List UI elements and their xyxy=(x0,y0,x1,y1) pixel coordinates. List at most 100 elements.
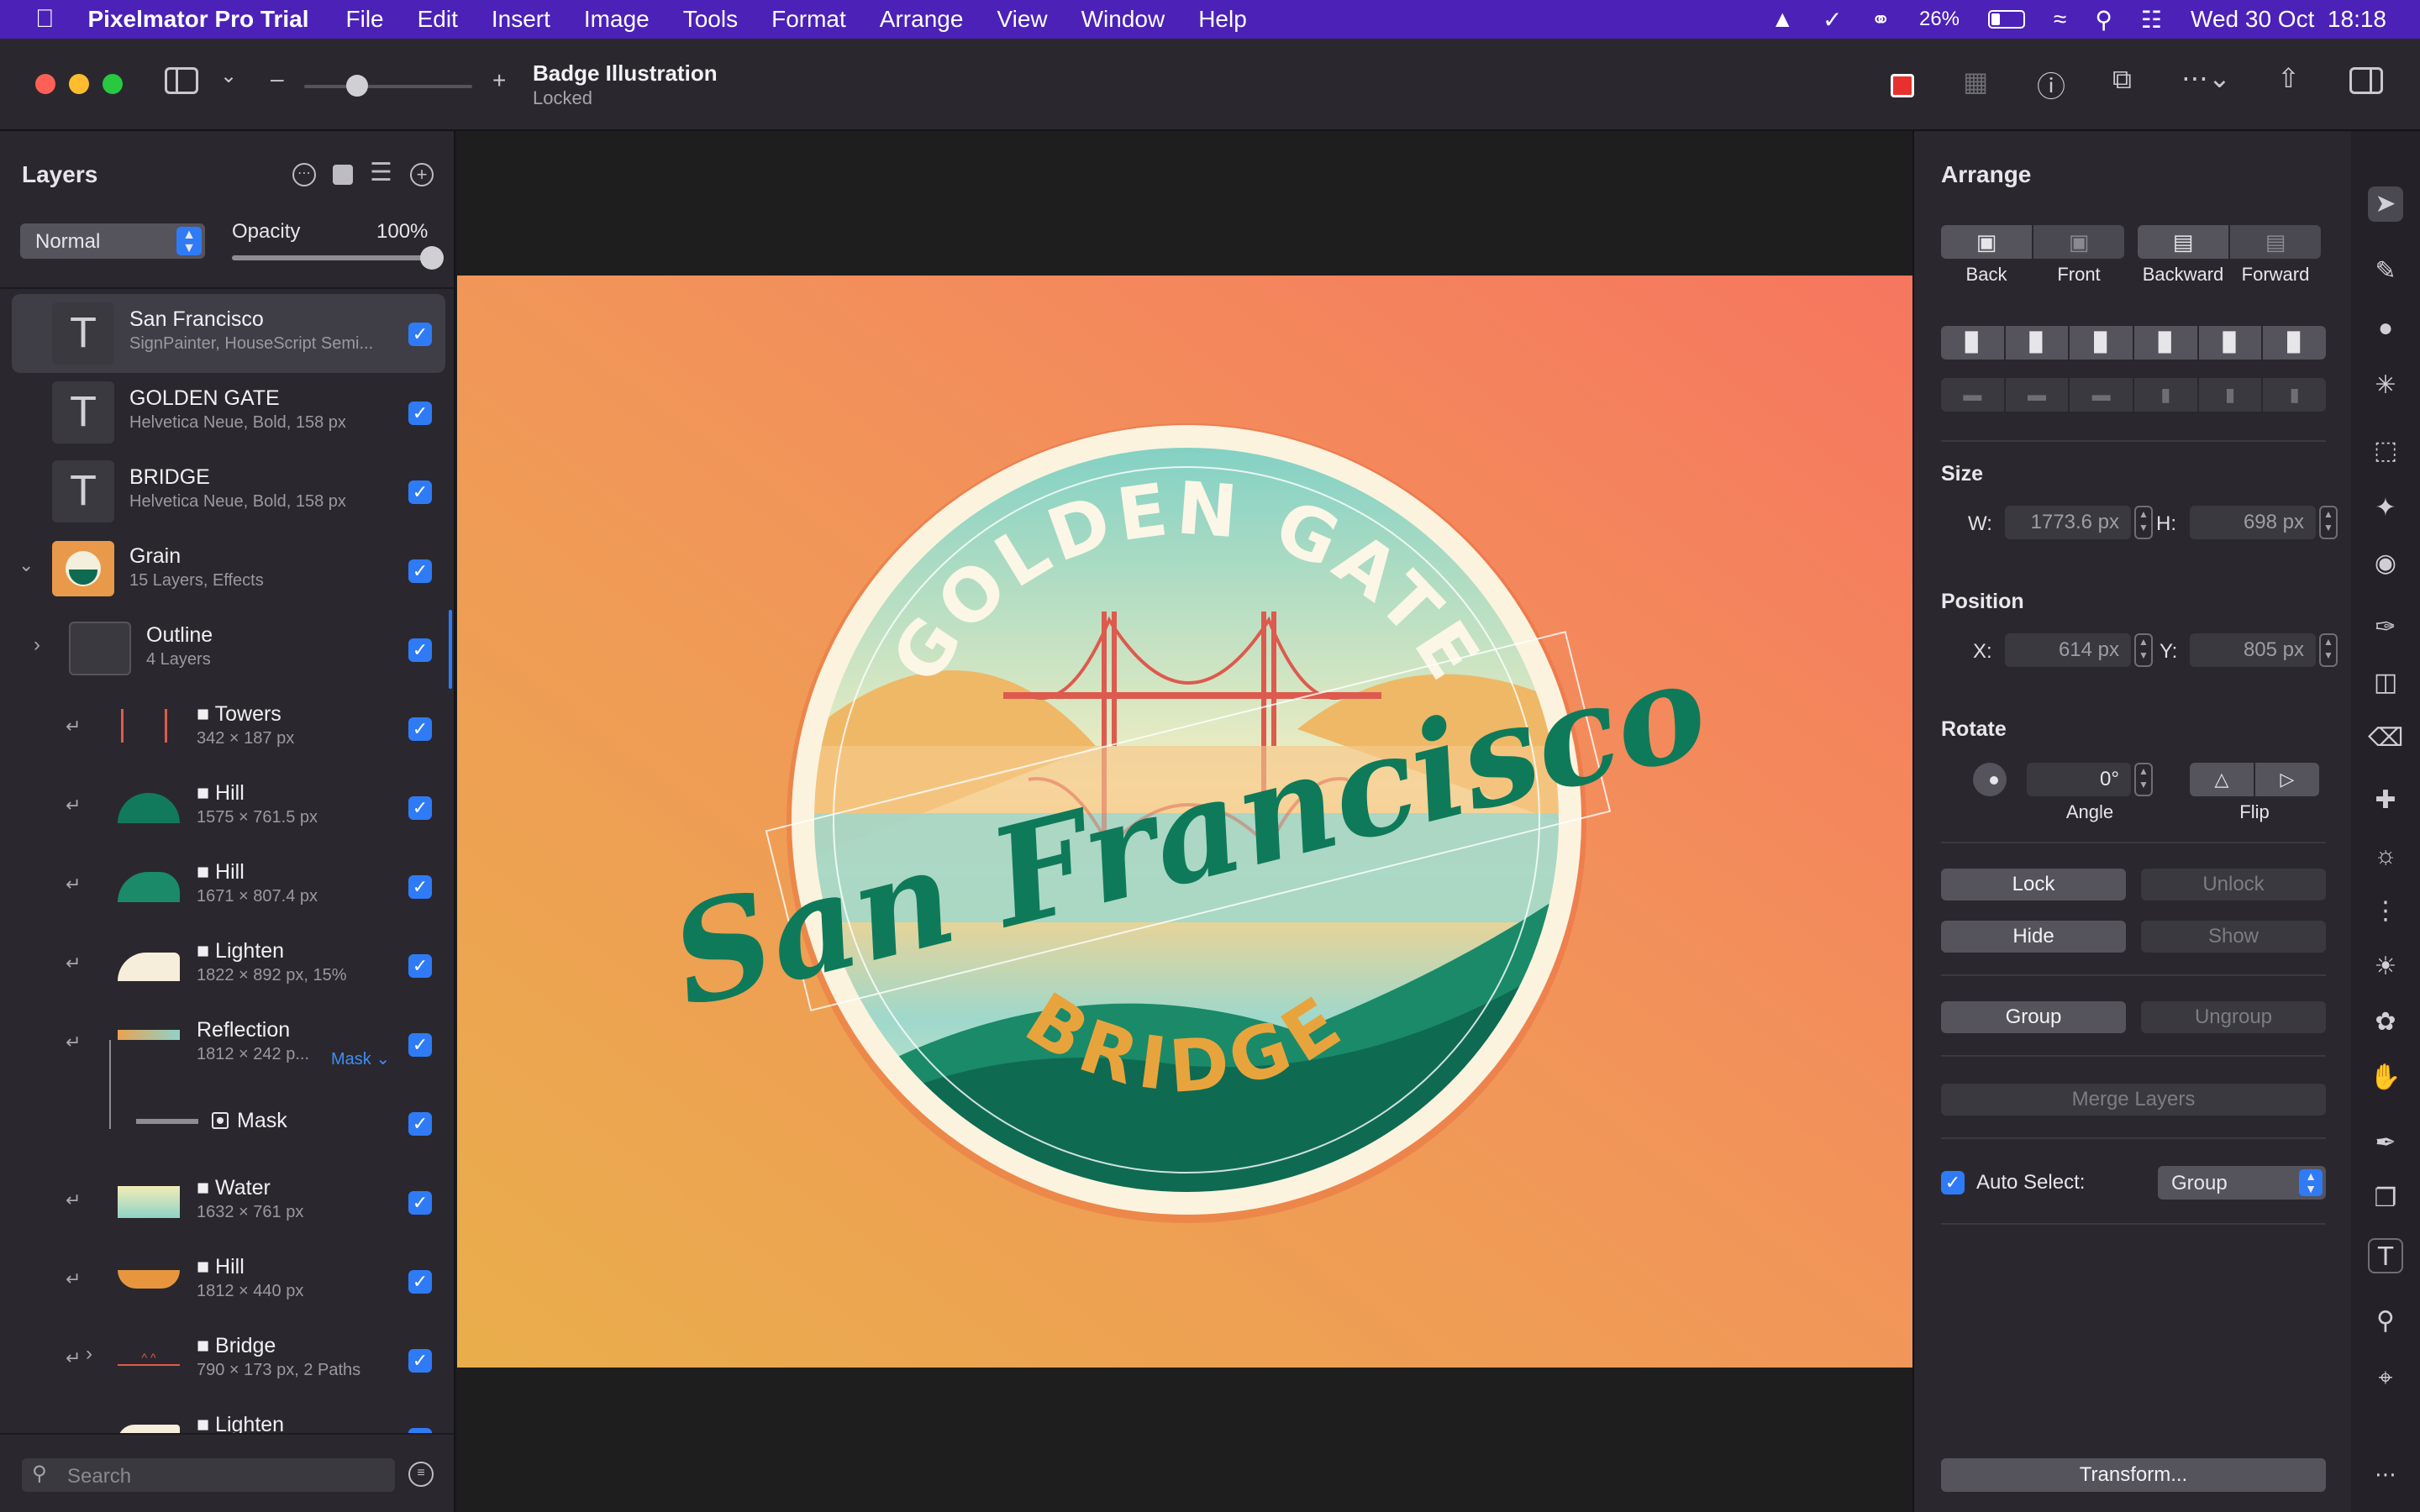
layer-row-hill[interactable]: ↵ ■ Hill 1575 × 761.5 px ✓ xyxy=(12,768,445,847)
headphones-icon[interactable]: ⚭ xyxy=(1871,6,1891,34)
pen-tool-icon[interactable]: ✒ xyxy=(2368,1126,2403,1161)
distribute-middle-icon[interactable]: ▬ xyxy=(2005,378,2069,412)
send-backward-button[interactable]: ▤ xyxy=(2138,225,2228,259)
clone-tool-icon[interactable]: ☼ xyxy=(2368,838,2403,874)
visibility-checkbox[interactable]: ✓ xyxy=(408,1191,432,1215)
hide-button[interactable]: Hide xyxy=(1941,921,2126,953)
bring-forward-button[interactable]: ▤ xyxy=(2230,225,2321,259)
y-stepper[interactable]: ▲ ▼ xyxy=(2319,633,2338,667)
send-to-back-button[interactable]: ▣ xyxy=(1941,225,2032,259)
rotate-icon[interactable]: ⧉ xyxy=(2112,64,2132,96)
menu-edit[interactable]: Edit xyxy=(418,6,458,33)
align-middle-icon[interactable]: ▉ xyxy=(2005,326,2069,360)
ungroup-button[interactable]: Ungroup xyxy=(2141,1001,2326,1033)
sponge-tool-icon[interactable]: ✿ xyxy=(2368,1005,2403,1040)
layer-row-hill[interactable]: ↵ ■ Hill 1671 × 807.4 px ✓ xyxy=(12,847,445,926)
unlock-button[interactable]: Unlock xyxy=(2141,869,2326,900)
share-icon[interactable]: ⇧ xyxy=(2277,62,2300,94)
menu-view[interactable]: View xyxy=(997,6,1047,33)
effects-tool-icon[interactable]: ✳ xyxy=(2368,368,2403,403)
paint-brush-tool-icon[interactable]: ✑ xyxy=(2368,610,2403,645)
paint-bucket-tool-icon[interactable]: ◫ xyxy=(2368,665,2403,701)
zoom-slider-knob[interactable] xyxy=(346,75,368,97)
visibility-checkbox[interactable]: ✓ xyxy=(408,480,432,504)
merge-layers-button[interactable]: Merge Layers xyxy=(1941,1084,2326,1116)
auto-select-checkbox[interactable]: ✓ xyxy=(1941,1171,1965,1194)
add-layer-icon[interactable]: + xyxy=(410,163,434,186)
zoom-tool-icon[interactable]: ⚲ xyxy=(2368,1304,2403,1339)
filter-icon[interactable]: ≡ xyxy=(408,1462,434,1487)
flip-vertical-button[interactable]: ▷ xyxy=(2255,763,2319,796)
menu-arrange[interactable]: Arrange xyxy=(880,6,964,33)
drive-icon[interactable]: ▲ xyxy=(1770,6,1794,33)
distribute-right-icon[interactable]: ▮ xyxy=(2263,378,2327,412)
disclosure-collapsed-icon[interactable]: › xyxy=(34,633,40,657)
menu-image[interactable]: Image xyxy=(584,6,650,33)
disclosure-expanded-icon[interactable]: ⌄ xyxy=(18,554,34,576)
color-swatch-icon[interactable] xyxy=(1891,74,1914,97)
lighten-tool-icon[interactable]: ☀ xyxy=(2368,949,2403,984)
blur-tool-icon[interactable]: ⋮ xyxy=(2368,894,2403,929)
visibility-checkbox[interactable]: ✓ xyxy=(408,954,432,978)
disclosure-collapsed-icon[interactable]: › xyxy=(86,1342,92,1366)
visibility-checkbox[interactable]: ✓ xyxy=(408,1270,432,1294)
layer-row-bridge[interactable]: ↵ › ^ ^ ■ Bridge 790 × 173 px, 2 Paths ✓ xyxy=(12,1320,445,1399)
magic-wand-tool-icon[interactable]: ✦ xyxy=(2368,491,2403,526)
mask-dropdown[interactable]: Mask ⌄ xyxy=(331,1048,390,1069)
distribute-center-icon[interactable]: ▮ xyxy=(2198,378,2262,412)
opacity-slider-knob[interactable] xyxy=(420,246,444,270)
arrange-tool-icon[interactable]: ➤ xyxy=(2368,186,2403,222)
layers-scroll-indicator[interactable] xyxy=(449,610,452,689)
auto-select-dropdown[interactable]: Group ▲ ▼ xyxy=(2158,1166,2326,1200)
close-window-button[interactable] xyxy=(35,74,55,94)
menubar-clock[interactable]: Wed 30 Oct 18:18 xyxy=(2191,6,2386,33)
mask-overlay-icon[interactable]: ▦ xyxy=(1963,66,1988,97)
visibility-checkbox[interactable]: ✓ xyxy=(408,323,432,346)
x-stepper[interactable]: ▲ ▼ xyxy=(2134,633,2153,667)
group-button[interactable]: Group xyxy=(1941,1001,2126,1033)
height-stepper[interactable]: ▲ ▼ xyxy=(2319,506,2338,539)
layer-stack-icon[interactable]: ☰ xyxy=(370,158,392,187)
y-field[interactable]: 805 px xyxy=(2190,633,2316,667)
visibility-checkbox[interactable]: ✓ xyxy=(408,1349,432,1373)
width-field[interactable]: 1773.6 px xyxy=(2005,506,2131,539)
layers-search-field[interactable]: ⚲ Search xyxy=(22,1458,395,1492)
mask-layer-icon[interactable] xyxy=(333,165,353,185)
menu-insert[interactable]: Insert xyxy=(492,6,550,33)
visibility-checkbox[interactable]: ✓ xyxy=(408,875,432,899)
apple-icon[interactable]:  xyxy=(35,5,55,34)
warp-tool-icon[interactable]: ✋ xyxy=(2368,1060,2403,1095)
zoom-slider[interactable] xyxy=(304,75,472,97)
check-circle-icon[interactable]: ✓ xyxy=(1823,6,1842,34)
angle-field[interactable]: 0° xyxy=(2027,763,2131,796)
visibility-checkbox[interactable]: ✓ xyxy=(408,638,432,662)
layer-row-bridge-text[interactable]: T BRIDGE Helvetica Neue, Bold, 158 px ✓ xyxy=(12,452,445,531)
x-field[interactable]: 614 px xyxy=(2005,633,2131,667)
layer-row-water[interactable]: ↵ ■ Water 1632 × 761 px ✓ xyxy=(12,1163,445,1242)
crop-tool-icon[interactable]: ⌖ xyxy=(2368,1361,2403,1396)
align-left-icon[interactable]: ▉ xyxy=(2134,326,2197,360)
zoom-out-button[interactable]: – xyxy=(271,66,284,92)
repair-tool-icon[interactable]: ✚ xyxy=(2368,783,2403,818)
chevron-down-icon[interactable]: ⌄ xyxy=(220,64,237,88)
visibility-checkbox[interactable]: ✓ xyxy=(408,559,432,583)
zoom-in-button[interactable]: + xyxy=(492,67,506,94)
layer-options-icon[interactable]: ⋯ xyxy=(292,163,316,186)
layer-row-lighten[interactable]: ↵ ■ Lighten 1822 × 892 px, 15% ✓ xyxy=(12,926,445,1005)
show-button[interactable]: Show xyxy=(2141,921,2326,953)
more-tools-icon[interactable]: ⋯ xyxy=(2368,1457,2403,1492)
layer-row-grain[interactable]: ⌄ Grain 15 Layers, Effects ✓ xyxy=(12,531,445,610)
visibility-checkbox[interactable]: ✓ xyxy=(408,1033,432,1057)
canvas-area[interactable]: GOLDEN GATE BRIDGE San Francisco xyxy=(457,131,1912,1512)
menu-tools[interactable]: Tools xyxy=(683,6,738,33)
inspector-toggle-icon[interactable] xyxy=(2349,67,2383,94)
visibility-checkbox[interactable]: ✓ xyxy=(408,796,432,820)
align-center-icon[interactable]: ▉ xyxy=(2198,326,2262,360)
blend-mode-select[interactable]: Normal ▲ ▼ xyxy=(20,223,205,259)
shapes-tool-icon[interactable]: ❐ xyxy=(2368,1181,2403,1216)
visibility-checkbox[interactable]: ✓ xyxy=(408,1112,432,1136)
align-top-icon[interactable]: ▉ xyxy=(1941,326,2004,360)
layer-row-reflection[interactable]: ↵ Reflection 1812 × 242 p... Mask ⌄ ✓ xyxy=(12,1005,445,1129)
angle-stepper[interactable]: ▲ ▼ xyxy=(2134,763,2153,796)
zoom-window-button[interactable] xyxy=(103,74,123,94)
